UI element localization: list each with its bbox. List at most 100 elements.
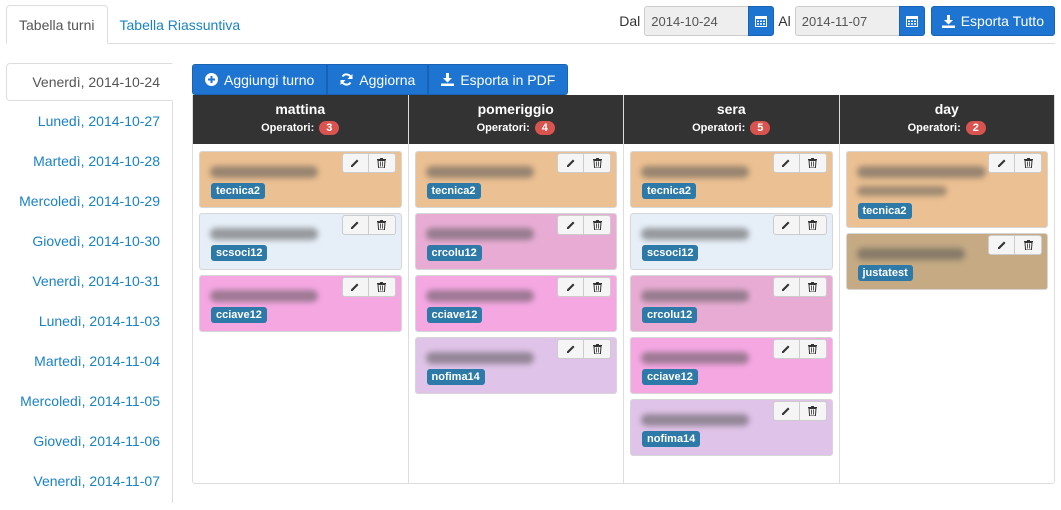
from-calendar-button[interactable]: [748, 6, 775, 36]
day-item[interactable]: Mercoledì, 2014-11-05: [6, 381, 172, 421]
trash-icon: [377, 220, 386, 230]
delete-shift-button[interactable]: [799, 277, 827, 297]
day-item[interactable]: Martedì, 2014-10-28: [6, 141, 172, 181]
edit-shift-button[interactable]: [341, 153, 369, 173]
delete-shift-button[interactable]: [368, 153, 396, 173]
shift-card[interactable]: scsoci12: [199, 213, 402, 270]
plus-circle-icon: [205, 73, 218, 86]
day-item[interactable]: Venerdì, 2014-10-24: [6, 63, 173, 101]
shift-card[interactable]: nofima14: [414, 337, 617, 394]
day-item[interactable]: Venerdì, 2014-11-07: [6, 461, 172, 501]
to-calendar-button[interactable]: [898, 6, 925, 36]
delete-shift-button[interactable]: [799, 215, 827, 235]
operator-name-blurred: [856, 186, 947, 196]
shift-card[interactable]: crcolu12: [414, 213, 617, 270]
delete-shift-button[interactable]: [1015, 153, 1042, 173]
edit-shift-button[interactable]: [772, 277, 800, 297]
trash-icon: [1023, 240, 1033, 250]
operators-label: Operatori:: [261, 122, 315, 134]
operators-label: Operatori:: [907, 122, 961, 134]
pencil-icon: [351, 283, 359, 291]
shift-card[interactable]: cciave12: [630, 337, 833, 394]
delete-shift-button[interactable]: [799, 153, 827, 173]
shift-card[interactable]: justatest: [845, 233, 1048, 290]
shift-card[interactable]: crcolu12: [630, 275, 833, 332]
pencil-icon: [566, 283, 574, 291]
pencil-icon: [782, 345, 790, 353]
edit-shift-button[interactable]: [557, 215, 584, 235]
shift-board: mattina Operatori: 3 tecnica2 scsoci12 cciave…: [192, 95, 1055, 484]
card-actions: [341, 277, 396, 297]
day-item[interactable]: Giovedì, 2014-10-30: [6, 221, 172, 261]
pencil-icon: [566, 221, 574, 229]
date-range: Dal Al Esporta Tutto: [615, 6, 1055, 36]
trash-icon: [808, 220, 817, 230]
day-item[interactable]: Lunedì, 2014-10-27: [6, 101, 172, 141]
shift-card[interactable]: tecnica2: [199, 151, 402, 208]
delete-shift-button[interactable]: [1015, 235, 1042, 255]
edit-shift-button[interactable]: [772, 401, 800, 421]
tab-tabella-riassuntiva[interactable]: Tabella Riassuntiva: [108, 5, 253, 44]
shift-card[interactable]: tecnica2: [414, 151, 617, 208]
edit-shift-button[interactable]: [341, 215, 369, 235]
shift-card[interactable]: cciave12: [414, 275, 617, 332]
operators-count-badge: 3: [319, 121, 340, 135]
edit-shift-button[interactable]: [557, 153, 584, 173]
delete-shift-button[interactable]: [584, 153, 611, 173]
day-item[interactable]: Venerdì, 2014-10-31: [6, 261, 172, 301]
operator-name-blurred: [641, 414, 750, 426]
operator-name-blurred: [425, 228, 534, 240]
delete-shift-button[interactable]: [584, 339, 611, 359]
tab-tabella-turni[interactable]: Tabella turni: [6, 5, 108, 44]
download-icon: [941, 14, 955, 28]
column-header: sera Operatori: 5: [624, 95, 839, 144]
edit-shift-button[interactable]: [341, 277, 369, 297]
trash-icon: [592, 220, 602, 230]
day-item[interactable]: Martedì, 2014-11-04: [6, 341, 172, 381]
edit-shift-button[interactable]: [772, 153, 800, 173]
to-date-input[interactable]: [794, 6, 899, 36]
shift-card[interactable]: scsoci12: [630, 213, 833, 270]
day-item[interactable]: Giovedì, 2014-11-06: [6, 421, 172, 461]
delete-shift-button[interactable]: [584, 277, 611, 297]
pencil-icon: [782, 221, 790, 229]
from-date-input[interactable]: [644, 6, 749, 36]
shift-card[interactable]: tecnica2: [630, 151, 833, 208]
delete-shift-button[interactable]: [368, 215, 396, 235]
edit-shift-button[interactable]: [557, 339, 584, 359]
card-actions: [772, 277, 827, 297]
trash-icon: [377, 158, 386, 168]
edit-shift-button[interactable]: [772, 215, 800, 235]
operator-tag: cciave12: [642, 369, 698, 385]
edit-shift-button[interactable]: [988, 235, 1015, 255]
shift-card[interactable]: nofima14: [630, 399, 833, 456]
shift-card[interactable]: tecnica2: [845, 151, 1048, 228]
add-shift-button[interactable]: Aggiungi turno: [192, 64, 328, 95]
edit-shift-button[interactable]: [988, 153, 1015, 173]
edit-shift-button[interactable]: [557, 277, 584, 297]
delete-shift-button[interactable]: [584, 215, 611, 235]
export-all-button[interactable]: Esporta Tutto: [930, 6, 1055, 36]
delete-shift-button[interactable]: [799, 339, 827, 359]
delete-shift-button[interactable]: [799, 401, 827, 421]
card-actions: [772, 339, 827, 359]
operator-tag: tecnica2: [857, 203, 912, 219]
day-item[interactable]: Mercoledì, 2014-10-29: [6, 181, 172, 221]
export-pdf-button[interactable]: Esporta in PDF: [428, 64, 569, 95]
shift-column: mattina Operatori: 3 tecnica2 scsoci12 cciave…: [193, 95, 409, 483]
operator-name-blurred: [641, 228, 750, 240]
operators-label: Operatori:: [692, 122, 746, 134]
add-shift-label: Aggiungi turno: [224, 71, 315, 88]
refresh-button[interactable]: Aggiorna: [327, 64, 429, 95]
shift-card-list: tecnica2 crcolu12 cciave12 nofima14: [409, 144, 624, 394]
pencil-icon: [351, 159, 359, 167]
shift-card[interactable]: cciave12: [199, 275, 402, 332]
day-item[interactable]: Lunedì, 2014-11-03: [6, 301, 172, 341]
card-actions: [988, 235, 1042, 255]
operator-name-blurred: [641, 166, 750, 178]
delete-shift-button[interactable]: [368, 277, 396, 297]
operator-tag: tecnica2: [426, 183, 481, 199]
to-date-group: [794, 6, 925, 36]
trash-icon: [808, 406, 817, 416]
edit-shift-button[interactable]: [772, 339, 800, 359]
